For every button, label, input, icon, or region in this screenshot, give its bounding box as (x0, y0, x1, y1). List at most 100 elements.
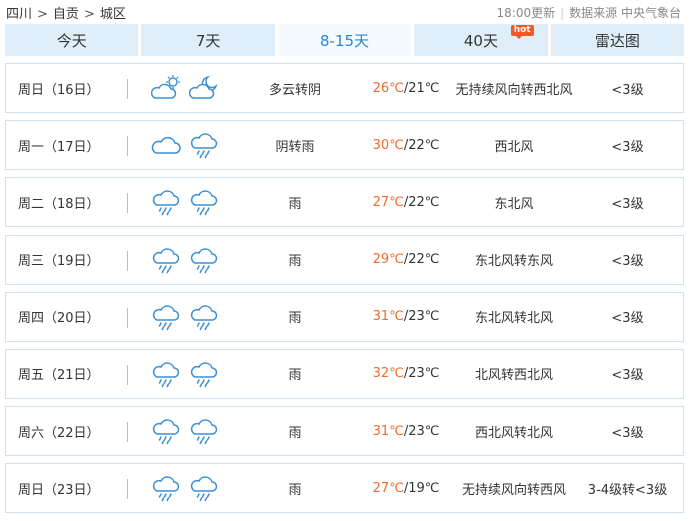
forecast-row: 周二（18日） 雨 27℃/22℃ 东北风 <3级 (5, 177, 684, 228)
forecast-tabs: 今天 7天 8-15天 40天 hot 雷达图 (5, 24, 685, 56)
rain-icon (152, 305, 180, 330)
wind-level: <3级 (611, 254, 644, 270)
divider (127, 364, 128, 385)
temperature: 27℃/19℃ (356, 464, 456, 512)
temperature: 29℃/22℃ (356, 236, 456, 284)
wind-level: <3级 (611, 196, 644, 212)
tab-40-days[interactable]: 40天 hot (414, 24, 548, 56)
divider (127, 307, 128, 328)
tab-label: 雷达图 (594, 31, 640, 50)
forecast-row: 周五（21日） 雨 32℃/23℃ 北风转西北风 <3级 (5, 348, 684, 399)
day-label: 周二（18日） (18, 196, 100, 212)
weather-description: 雨 (288, 311, 302, 327)
day-label: 周日（23日） (18, 482, 100, 498)
weather-icons (151, 178, 231, 226)
wind-direction: 北风转西北风 (474, 368, 553, 384)
wind-direction: 无持续风向转西风 (461, 482, 566, 498)
rain-icon (190, 476, 218, 502)
low-temp: /22℃ (403, 194, 440, 210)
breadcrumb-city[interactable]: 自贡 (53, 3, 79, 22)
temperature: 27℃/22℃ (356, 178, 456, 226)
partly-cloudy-night-icon (189, 75, 218, 99)
low-temp: /22℃ (403, 252, 440, 268)
breadcrumb-province[interactable]: 四川 (6, 3, 32, 22)
divider (127, 479, 128, 500)
rain-icon (152, 476, 180, 502)
divider (127, 250, 128, 271)
wind-direction: 东北风转东风 (474, 254, 553, 270)
weather-description: 雨 (288, 196, 302, 212)
weather-icons (151, 350, 231, 398)
tab-7-days[interactable]: 7天 (141, 24, 275, 56)
tab-label: 7天 (195, 31, 221, 50)
partly-cloudy-day-icon (151, 75, 180, 99)
tab-label: 8-15天 (319, 31, 370, 50)
day-label: 周五（21日） (18, 368, 100, 384)
low-temp: /23℃ (403, 423, 440, 439)
high-temp: 31℃ (372, 423, 404, 439)
day-label: 周六（22日） (18, 425, 100, 441)
tab-today[interactable]: 今天 (5, 24, 139, 56)
weather-icons (151, 464, 231, 512)
rain-icon (190, 247, 218, 273)
high-temp: 26℃ (372, 80, 404, 96)
low-temp: /23℃ (403, 366, 440, 382)
tab-label: 40天 (463, 31, 498, 50)
divider (127, 136, 128, 157)
hot-badge: hot (510, 25, 534, 39)
day-label: 周日（16日） (18, 82, 100, 98)
rain-icon (152, 247, 180, 273)
wind-level: <3级 (611, 368, 644, 384)
day-label: 周四（20日） (18, 311, 100, 327)
wind-level: <3级 (611, 139, 644, 155)
divider (127, 79, 128, 99)
weather-icons (151, 293, 231, 341)
divider (127, 193, 128, 214)
rain-icon (152, 190, 180, 216)
breadcrumb-separator: > (83, 7, 95, 22)
wind-direction: 西北风 (494, 139, 534, 155)
weather-description: 雨 (288, 482, 302, 498)
update-time: 18:00更新 (496, 6, 556, 20)
low-temp: /19℃ (403, 480, 440, 496)
tab-radar[interactable]: 雷达图 (550, 24, 685, 56)
update-divider: | (560, 6, 565, 20)
wind-level: <3级 (611, 425, 644, 441)
rain-icon (190, 305, 218, 330)
day-label: 周一（17日） (18, 139, 100, 155)
weather-icons (151, 407, 231, 455)
wind-direction: 东北风 (494, 196, 534, 212)
breadcrumb-separator: > (37, 7, 48, 22)
high-temp: 30℃ (372, 137, 404, 153)
forecast-row: 周六（22日） 雨 31℃/23℃ 西北风转北风 <3级 (5, 406, 684, 457)
rain-icon (190, 362, 218, 388)
tab-8-15-days[interactable]: 8-15天 (277, 24, 412, 56)
temperature: 31℃/23℃ (356, 407, 456, 455)
temperature: 26℃/21℃ (356, 64, 456, 112)
forecast-row: 周一（17日） 阴转雨 30℃/22℃ 西北风 <3级 (5, 120, 684, 171)
breadcrumb: 四川 > 自贡 > 城区 (6, 3, 126, 22)
divider (127, 422, 128, 443)
forecast-row: 周四（20日） 雨 31℃/23℃ 东北风转北风 <3级 (5, 291, 684, 342)
temperature: 30℃/22℃ (356, 121, 456, 169)
weather-icons (151, 236, 231, 284)
forecast-row: 周日（23日） 雨 27℃/19℃ 无持续风向转西风 3-4级转<3级 (5, 463, 684, 514)
update-info: 18:00更新 | 数据来源 中央气象台 (497, 4, 681, 21)
temperature: 32℃/23℃ (356, 350, 456, 398)
wind-direction: 无持续风向转西北风 (455, 82, 573, 98)
forecast-list: 周日（16日） 多云转阴 26℃/21℃ 无持续风向转西北风 <3级 周一（17日） 阴转雨… (5, 63, 684, 521)
weather-description: 阴转雨 (275, 139, 315, 155)
weather-description: 雨 (288, 425, 302, 441)
tab-label: 今天 (56, 31, 87, 50)
forecast-row: 周日（16日） 多云转阴 26℃/21℃ 无持续风向转西北风 <3级 (5, 63, 684, 113)
wind-level: <3级 (611, 311, 644, 327)
wind-level: <3级 (611, 82, 644, 98)
high-temp: 29℃ (372, 252, 404, 268)
weather-description: 雨 (288, 254, 302, 270)
low-temp: /23℃ (403, 309, 440, 325)
weather-icons (151, 121, 231, 169)
temperature: 31℃/23℃ (356, 293, 456, 341)
data-source: 数据来源 中央气象台 (569, 6, 681, 20)
rain-icon (152, 419, 180, 445)
high-temp: 32℃ (372, 366, 404, 382)
